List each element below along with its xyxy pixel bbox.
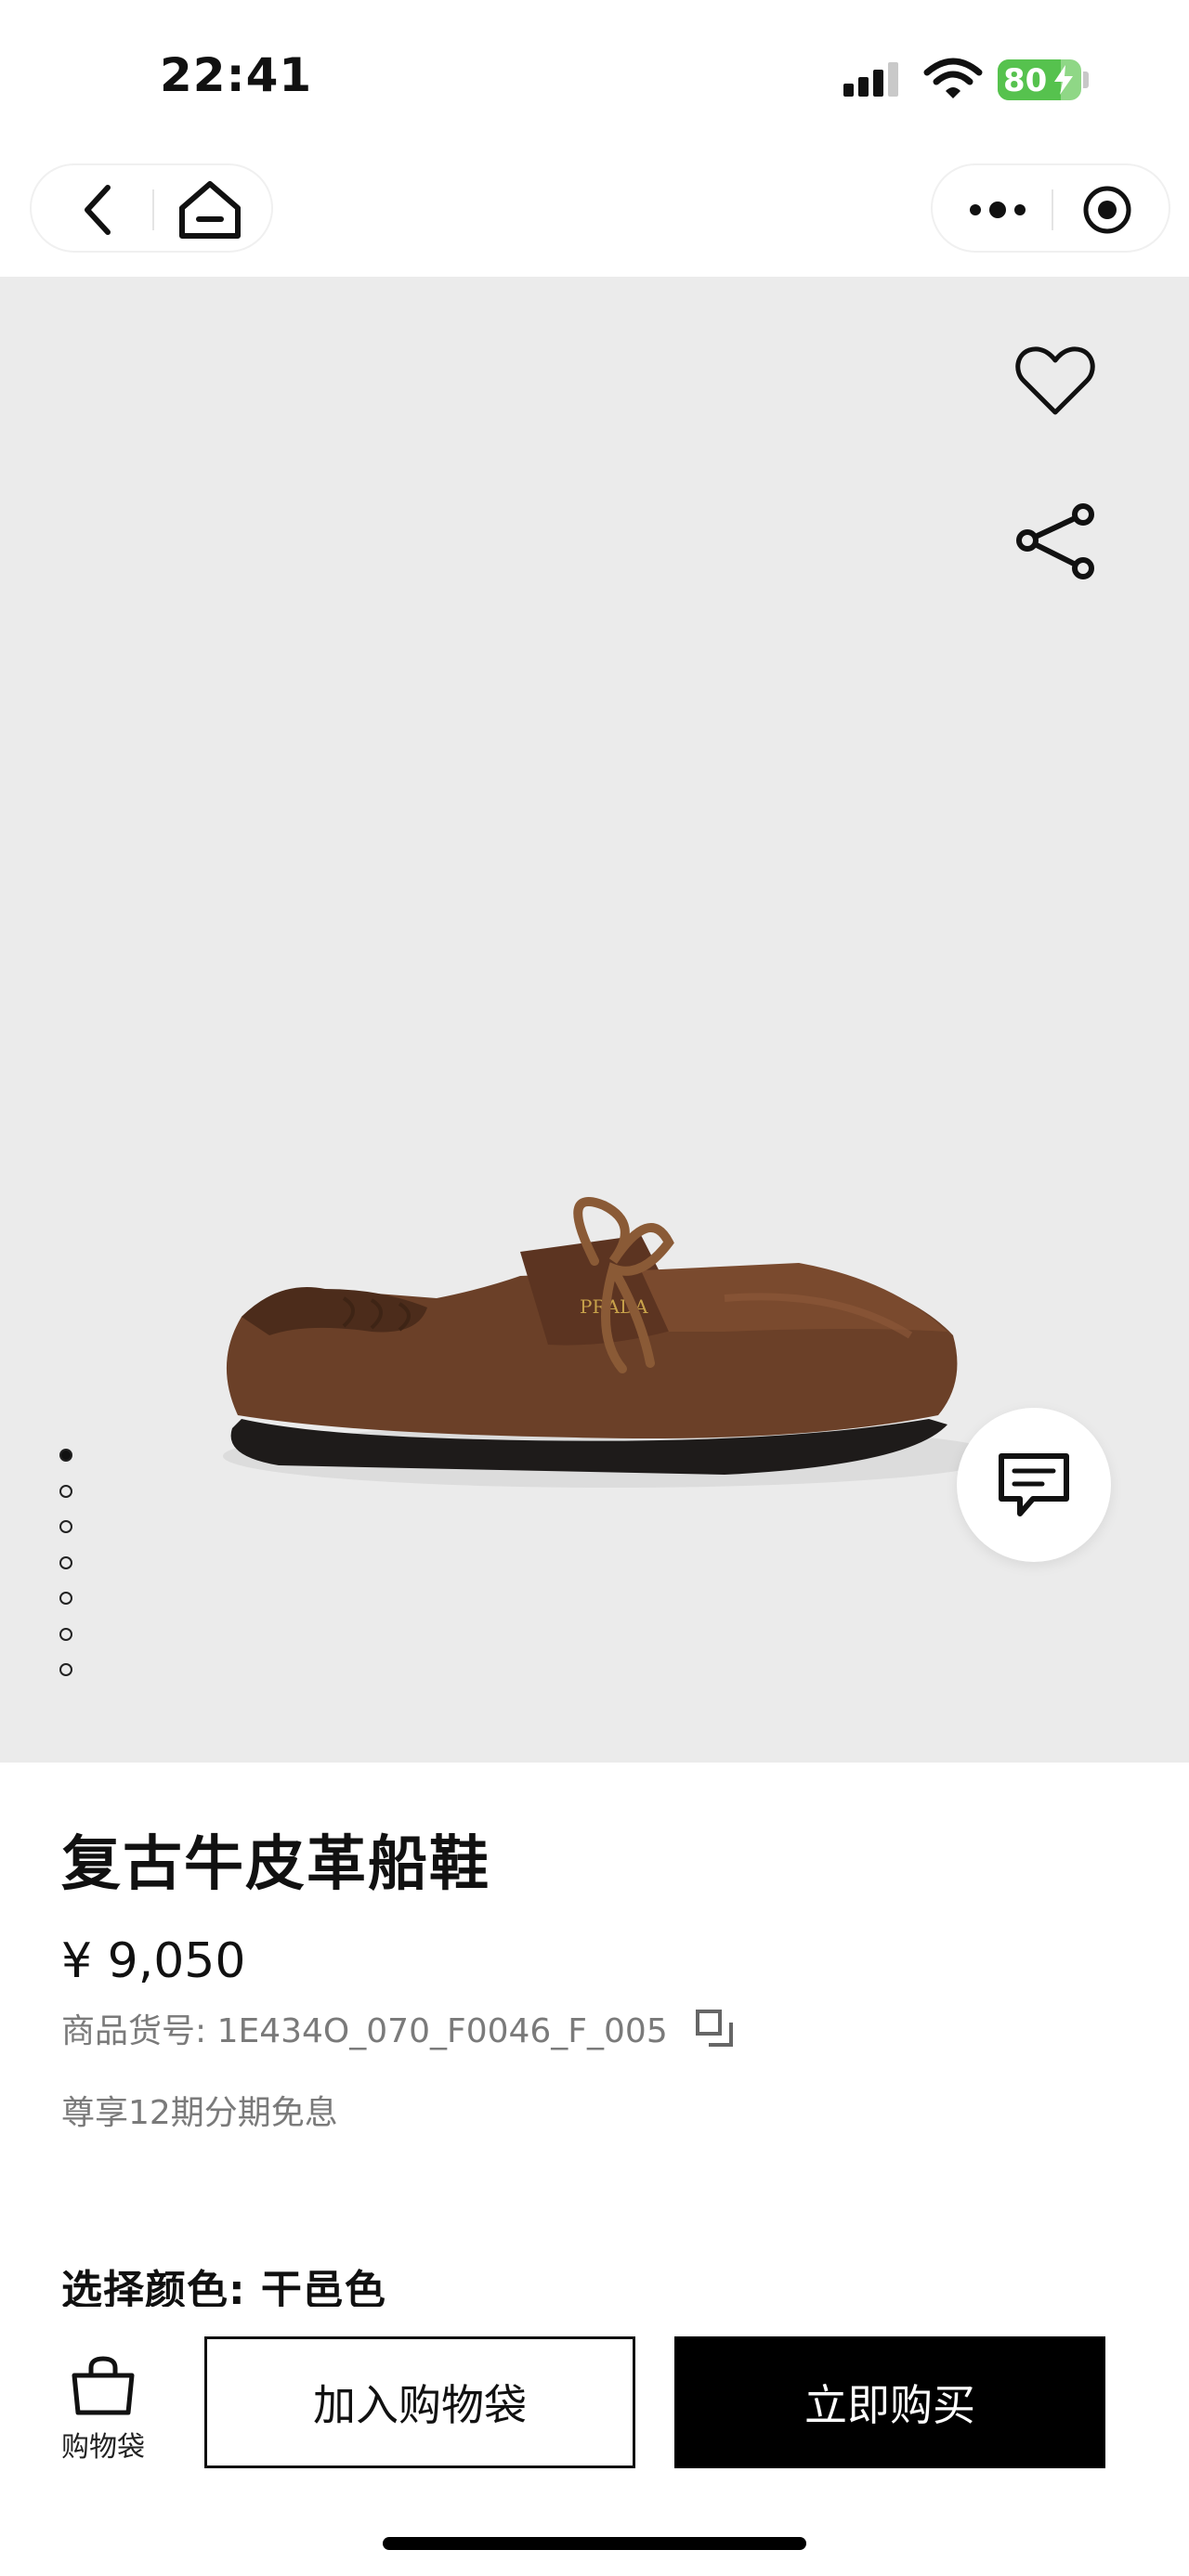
battery-cap	[1083, 72, 1089, 88]
home-indicator[interactable]	[383, 2537, 806, 2550]
nav-left-capsule	[30, 163, 273, 253]
product-image-carousel[interactable]: PRADA	[0, 277, 1189, 1763]
nav-divider	[1052, 189, 1053, 230]
signal-icon	[842, 61, 908, 102]
carousel-dot[interactable]	[59, 1627, 72, 1641]
capsule-close-icon[interactable]	[1079, 182, 1135, 238]
carousel-dot-active[interactable]	[59, 1449, 72, 1462]
battery-icon: 80	[998, 59, 1081, 100]
product-shoe-image: PRADA	[223, 1197, 1003, 1488]
battery-level: 80	[1003, 62, 1048, 99]
shopping-bag-icon	[72, 2356, 135, 2415]
shopping-bag-label: 购物袋	[61, 2431, 145, 2464]
product-sku: 商品货号: 1E434O_070_F0046_F_005	[61, 2012, 668, 2050]
chat-icon	[999, 1453, 1069, 1516]
carousel-dot[interactable]	[59, 1555, 72, 1569]
installment-note: 尊享12期分期免息	[61, 2094, 338, 2132]
buy-now-button[interactable]: 立即购买	[674, 2336, 1105, 2468]
sku-row: 商品货号: 1E434O_070_F0046_F_005	[61, 2008, 733, 2050]
home-icon[interactable]	[176, 178, 243, 241]
more-icon[interactable]	[960, 186, 1035, 234]
carousel-indicator	[59, 1449, 78, 1699]
copy-icon[interactable]	[695, 2010, 733, 2047]
chat-button[interactable]	[957, 1408, 1111, 1562]
share-icon[interactable]	[1011, 496, 1100, 585]
product-price: ¥ 9,050	[61, 1933, 246, 1989]
product-detail-page: 22:41 80 PRADA 复古牛皮革船鞋 ¥ 9,050 商品货号: 1E4…	[0, 0, 1189, 2576]
status-time: 22:41	[160, 48, 313, 102]
back-icon[interactable]	[71, 182, 126, 238]
carousel-dot[interactable]	[59, 1663, 72, 1676]
add-to-bag-button[interactable]: 加入购物袋	[204, 2336, 635, 2468]
product-title: 复古牛皮革船鞋	[61, 1830, 490, 1899]
carousel-dot[interactable]	[59, 1520, 72, 1533]
heart-icon[interactable]	[1011, 336, 1100, 425]
nav-right-capsule	[931, 163, 1170, 253]
shopping-bag-button[interactable]: 购物袋	[46, 2335, 160, 2474]
carousel-dot[interactable]	[59, 1484, 72, 1498]
nav-divider	[152, 189, 154, 230]
charging-bolt-icon	[1054, 65, 1073, 95]
carousel-dot[interactable]	[59, 1592, 72, 1605]
wifi-icon	[923, 58, 983, 104]
bottom-action-bar: 购物袋 加入购物袋 立即购买	[0, 2307, 1189, 2576]
